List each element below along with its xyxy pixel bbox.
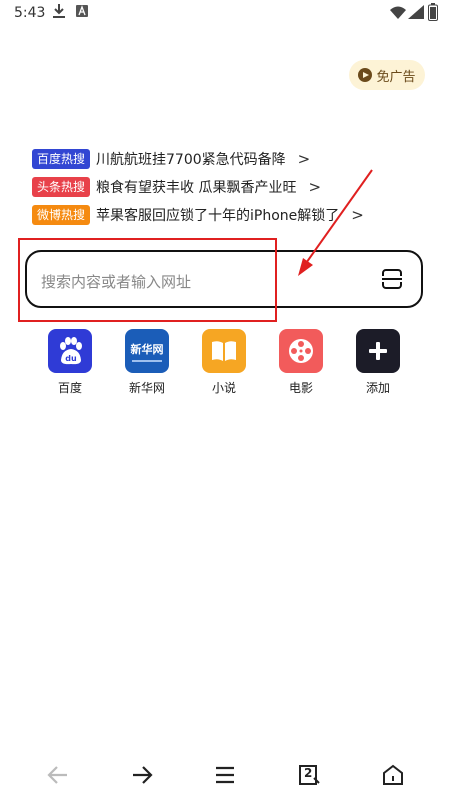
tabs-count: 2 — [304, 766, 313, 780]
hot-search-item-toutiao[interactable]: 头条热搜 粮食有望获丰收 瓜果飘香产业旺 > — [32, 176, 321, 198]
hot-search-tag: 百度热搜 — [32, 149, 91, 169]
battery-icon — [428, 3, 438, 21]
highlight-box — [18, 238, 277, 322]
bottom-nav-bar: 2 — [0, 752, 450, 796]
status-time: 5:43 — [14, 5, 46, 21]
annotation-arrow — [298, 169, 373, 276]
chevron-right-icon: > — [351, 206, 364, 224]
shortcut-label: 添加 — [365, 381, 390, 395]
svg-text:du: du — [65, 354, 77, 363]
shortcut-baidu[interactable]: du 百度 — [40, 329, 100, 396]
plus-icon — [356, 329, 400, 373]
book-icon — [202, 329, 246, 373]
hot-search-text: 苹果客服回应锁了十年的iPhone解锁了 — [96, 208, 340, 224]
menu-icon[interactable] — [212, 762, 238, 788]
shortcut-add[interactable]: 添加 — [348, 329, 408, 396]
baidu-paw-icon: du — [48, 329, 92, 373]
play-icon — [358, 68, 373, 82]
wifi-icon — [390, 6, 406, 19]
shortcut-xinhua[interactable]: 新华网 新华网 — [117, 329, 177, 396]
shortcut-label: 电影 — [288, 381, 313, 395]
shortcut-novel[interactable]: 小说 — [194, 329, 254, 396]
download-icon — [53, 4, 65, 18]
ad-free-button[interactable]: 免广告 — [349, 60, 425, 90]
chevron-right-icon: > — [308, 178, 322, 196]
xinhua-logo-text: 新华网 — [130, 342, 164, 356]
back-arrow-icon[interactable] — [45, 762, 71, 788]
shortcut-movie[interactable]: 电影 — [271, 329, 331, 396]
shortcut-label: 新华网 — [128, 381, 165, 395]
hot-search-tag: 头条热搜 — [32, 177, 91, 197]
ad-free-label: 免广告 — [376, 69, 416, 85]
status-bar: 5:43 — [0, 0, 450, 26]
home-icon[interactable] — [380, 762, 406, 788]
forward-arrow-icon[interactable] — [129, 762, 155, 788]
shortcut-label: 百度 — [57, 381, 82, 395]
hot-search-item-weibo[interactable]: 微博热搜 苹果客服回应锁了十年的iPhone解锁了 > — [32, 204, 364, 226]
scan-icon[interactable] — [381, 269, 403, 289]
hot-search-tag: 微博热搜 — [32, 205, 91, 225]
shortcut-label: 小说 — [211, 381, 236, 395]
xinhua-logo-icon: 新华网 — [125, 329, 169, 373]
hot-search-item-baidu[interactable]: 百度热搜 川航航班挂7700紧急代码备降 > — [32, 148, 310, 170]
hot-search-text: 粮食有望获丰收 瓜果飘香产业旺 — [96, 180, 297, 196]
signal-icon — [408, 5, 424, 19]
hot-search-text: 川航航班挂7700紧急代码备降 — [96, 152, 286, 168]
notification-a-icon — [76, 5, 88, 17]
film-reel-icon — [279, 329, 323, 373]
tabs-button[interactable]: 2 — [296, 762, 322, 788]
chevron-right-icon: > — [297, 150, 311, 168]
